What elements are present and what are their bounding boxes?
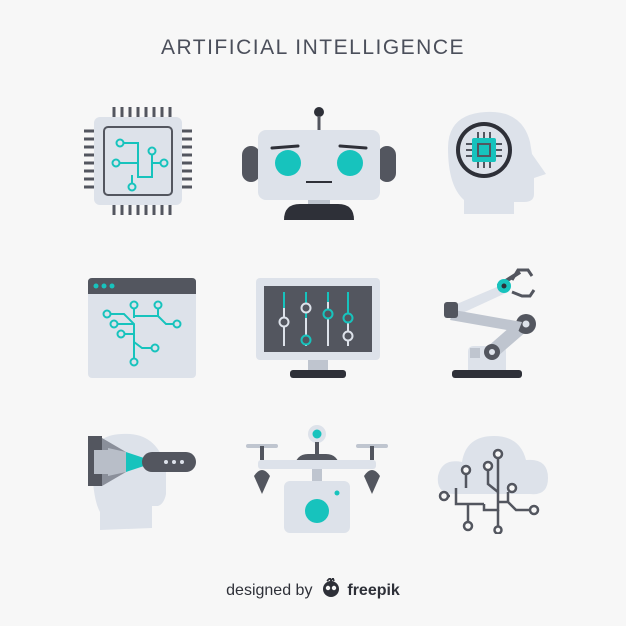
browser-circuit-icon — [88, 278, 196, 378]
footer-credit: designed by freepik — [0, 578, 626, 600]
freepik-logo-icon — [322, 578, 339, 597]
human-head-chip-icon — [448, 111, 546, 214]
processor-chip-icon — [84, 107, 192, 215]
robotic-arm-icon — [444, 268, 536, 378]
footer-text: designed by — [226, 582, 313, 599]
page-title: ARTIFICIAL INTELLIGENCE — [160, 36, 466, 59]
cloud-network-icon — [437, 436, 548, 534]
robot-head-icon — [242, 107, 396, 220]
monitor-sliders-icon — [256, 278, 380, 378]
vr-headset-icon — [88, 433, 196, 530]
footer-brand[interactable]: freepik — [347, 582, 399, 599]
camera-drone-icon — [246, 425, 388, 533]
